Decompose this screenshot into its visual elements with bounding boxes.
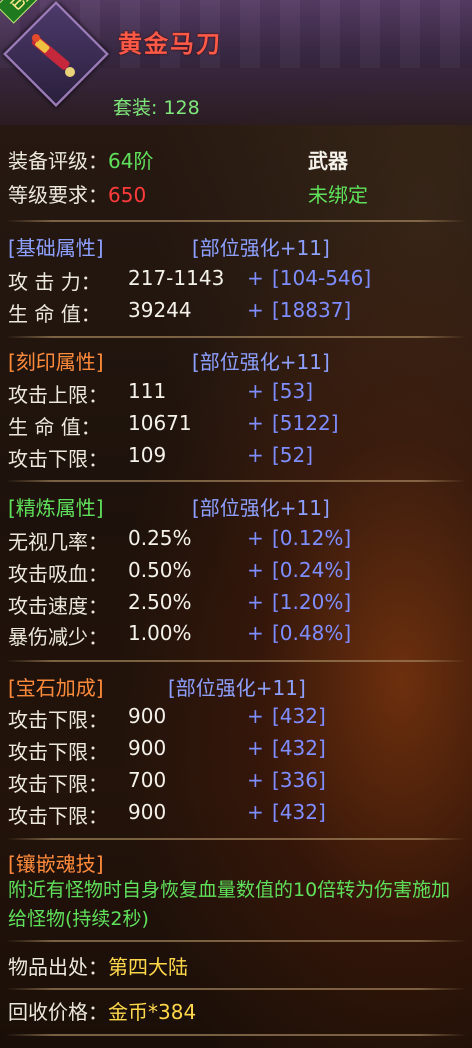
stat-label: 无视几率： — [8, 530, 108, 554]
grade-value: 64阶 — [108, 149, 154, 173]
stat-bonus: [0.24%] — [272, 558, 352, 582]
stat-value: 2.50% — [128, 590, 192, 614]
level-value: 650 — [108, 183, 147, 207]
stat-value: 217-1143 — [128, 266, 225, 290]
grade-label: 装备评级 — [8, 149, 88, 173]
plus-sign: + — [247, 411, 264, 435]
divider — [6, 940, 466, 942]
item-name: 黄金马刀 — [118, 30, 222, 58]
stat-value: 900 — [128, 736, 167, 760]
stat-value: 10671 — [128, 411, 192, 435]
stat-bonus: [432] — [272, 736, 326, 760]
stat-value: 111 — [128, 379, 167, 403]
grade-colon: ： — [88, 149, 108, 173]
stat-value: 1.00% — [128, 621, 192, 645]
plus-sign: + — [247, 590, 264, 614]
level-label: 等级要求 — [8, 183, 88, 207]
origin-label: 物品出处： — [8, 955, 108, 979]
stat-value: 900 — [128, 704, 167, 728]
stat-label: 攻击下限： — [8, 447, 108, 471]
stat-label: 生 命 值： — [8, 302, 101, 326]
plus-sign: + — [247, 298, 264, 322]
stat-bonus: [0.48%] — [272, 621, 352, 645]
stat-label: 暴伤减少： — [8, 625, 108, 649]
plus-sign: + — [247, 768, 264, 792]
set-label: 套装 — [113, 97, 152, 119]
stat-label: 攻 击 力： — [8, 270, 101, 294]
divider — [6, 988, 466, 990]
stat-bonus: [0.12%] — [272, 526, 352, 550]
plus-sign: + — [247, 526, 264, 550]
price-value: 金币*384 — [108, 1000, 197, 1024]
stat-label: 生 命 值： — [8, 415, 101, 439]
divider — [6, 480, 466, 482]
stat-label: 攻击速度： — [8, 594, 108, 618]
sword-icon — [31, 34, 75, 77]
divider — [6, 336, 466, 338]
gem-section-tag: [部位强化+11] — [168, 676, 306, 700]
stat-label: 攻击吸血： — [8, 562, 108, 586]
plus-sign: + — [247, 800, 264, 824]
stat-bonus: [432] — [272, 704, 326, 728]
stat-bonus: [336] — [272, 768, 326, 792]
base-section-title: [基础属性] — [8, 236, 104, 260]
divider — [6, 220, 466, 222]
set-colon: : — [151, 97, 164, 119]
price-row: 回收价格：金币*384 — [8, 996, 196, 1025]
price-label: 回收价格： — [8, 1000, 108, 1024]
divider — [6, 1034, 466, 1036]
plus-sign: + — [247, 443, 264, 467]
plus-sign: + — [247, 621, 264, 645]
level-row: 等级要求：650 — [8, 179, 146, 208]
stat-label: 攻击下限： — [8, 740, 108, 764]
stat-label: 攻击下限： — [8, 772, 108, 796]
stat-label: 攻击上限： — [8, 383, 108, 407]
item-tooltip-panel: 已鉴定 黄金马刀 套装: 128 装备评级：64阶 武器 等级要求：650 未绑… — [0, 0, 472, 1048]
item-type: 武器 — [308, 149, 348, 173]
soul-section-title: [镶嵌魂技] — [8, 852, 104, 876]
stat-bonus: [52] — [272, 443, 314, 467]
plus-sign: + — [247, 558, 264, 582]
stat-bonus: [53] — [272, 379, 314, 403]
plus-sign: + — [247, 379, 264, 403]
refine-section-tag: [部位强化+11] — [192, 496, 330, 520]
base-section-tag: [部位强化+11] — [192, 236, 330, 260]
grade-row: 装备评级：64阶 — [8, 145, 153, 174]
stat-bonus: [432] — [272, 800, 326, 824]
divider — [6, 838, 466, 840]
soul-description: 附近有怪物时自身恢复血量数值的10倍转为伤害施加给怪物(持续2秒) — [8, 879, 451, 930]
engrave-section-tag: [部位强化+11] — [192, 350, 330, 374]
stat-value: 900 — [128, 800, 167, 824]
stat-value: 109 — [128, 443, 167, 467]
bind-status: 未绑定 — [308, 183, 368, 207]
stat-bonus: [104-546] — [272, 266, 372, 290]
level-colon: ： — [88, 183, 108, 207]
set-line: 套装: 128 — [113, 93, 200, 120]
stat-bonus: [5122] — [272, 411, 339, 435]
stat-value: 0.50% — [128, 558, 192, 582]
stat-value: 0.25% — [128, 526, 192, 550]
refine-section-title: [精炼属性] — [8, 496, 104, 520]
gem-section-title: [宝石加成] — [8, 676, 104, 700]
stat-bonus: [18837] — [272, 298, 352, 322]
stat-label: 攻击下限： — [8, 804, 108, 828]
stat-bonus: [1.20%] — [272, 590, 352, 614]
stat-value: 39244 — [128, 298, 192, 322]
plus-sign: + — [247, 704, 264, 728]
origin-value: 第四大陆 — [108, 955, 188, 979]
origin-row: 物品出处：第四大陆 — [8, 951, 188, 980]
plus-sign: + — [247, 266, 264, 290]
stat-label: 攻击下限： — [8, 708, 108, 732]
plus-sign: + — [247, 736, 264, 760]
divider — [6, 660, 466, 662]
stat-value: 700 — [128, 768, 167, 792]
set-value: 128 — [163, 97, 200, 119]
engrave-section-title: [刻印属性] — [8, 350, 104, 374]
